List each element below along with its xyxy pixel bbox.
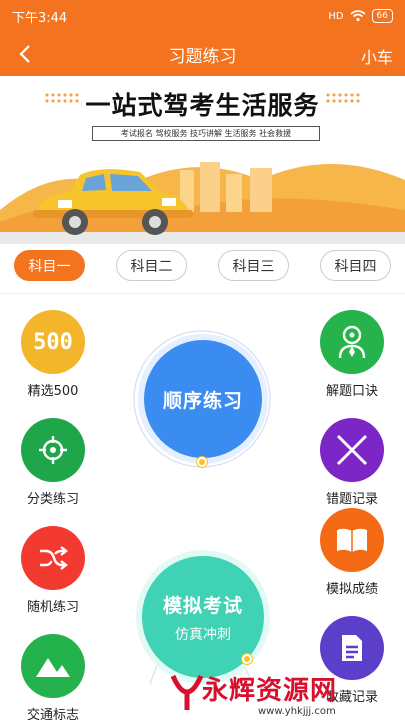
wifi-icon [350,10,366,22]
banner-headline: 一站式驾考生活服务 [85,91,320,120]
select-500-item[interactable]: 500 精选500 [8,310,98,399]
watermark-text: 永辉资源网 [202,676,338,706]
traffic-signs-label: 交通标志 [26,708,79,720]
mock-scores-item[interactable]: 模拟成绩 [307,508,397,597]
signal-icon: HD [328,10,344,22]
tab-subject-4[interactable]: 科目四 [320,250,391,281]
person-icon [320,310,384,374]
mock-exam-title: 模拟考试 [162,594,243,617]
category-practice-item[interactable]: 分类练习 [8,418,98,507]
shuffle-icon [21,526,85,590]
500-icon-text: 500 [33,329,73,355]
page-title: 习题练习 [168,46,237,67]
tab-subject-3[interactable]: 科目三 [218,250,289,281]
progress-knob-2 [242,654,252,664]
car-illustration [0,162,405,244]
mock-scores-label: 模拟成绩 [325,582,378,597]
watermark-url: www.yhkjjj.com [258,706,336,717]
category-practice-label: 分类练习 [26,492,79,507]
status-bar: 下午3:44 HD 66 [0,0,405,32]
random-practice-item[interactable]: 随机练习 [8,526,98,615]
mock-exam-subtitle: 仿真冲刺 [175,626,231,643]
sequence-practice-label: 顺序练习 [162,389,243,412]
vehicle-type-button[interactable]: 小车 [361,44,393,68]
select-500-label: 精选500 [27,384,79,399]
random-practice-label: 随机练习 [26,600,79,615]
tips-label: 解题口诀 [325,384,378,399]
cross-icon [320,418,384,482]
app-header: 习题练习 小车 [0,32,405,76]
watermark-logo-icon [170,674,204,710]
book-icon [320,508,384,572]
tab-subject-1[interactable]: 科目一 [14,250,85,281]
battery-indicator: 66 [371,9,393,23]
wrong-questions-item[interactable]: 错题记录 [307,418,397,507]
mountain-icon [21,634,85,698]
promo-banner[interactable]: 一站式驾考生活服务 考试报名 驾校服务 技巧讲解 生活服务 社会救援 [0,76,405,244]
wrong-questions-label: 错题记录 [325,492,378,507]
back-icon[interactable] [12,41,38,67]
tab-subject-2[interactable]: 科目二 [116,250,187,281]
status-time: 下午3:44 [12,10,68,26]
watermark: 永辉资源网 www.yhkjjj.com [170,670,405,720]
target-icon [21,418,85,482]
subject-tabs: 科目一 科目二 科目三 科目四 [0,250,405,286]
progress-knob-1 [197,457,207,467]
banner-tags: 考试报名 驾校服务 技巧讲解 生活服务 社会救援 [92,126,320,141]
500-icon: 500 [21,310,85,374]
status-icons: HD 66 [328,9,393,23]
tips-item[interactable]: 解题口诀 [307,310,397,399]
traffic-signs-item[interactable]: 交通标志 [8,634,98,720]
sequence-practice-button[interactable]: 顺序练习 [144,340,262,458]
